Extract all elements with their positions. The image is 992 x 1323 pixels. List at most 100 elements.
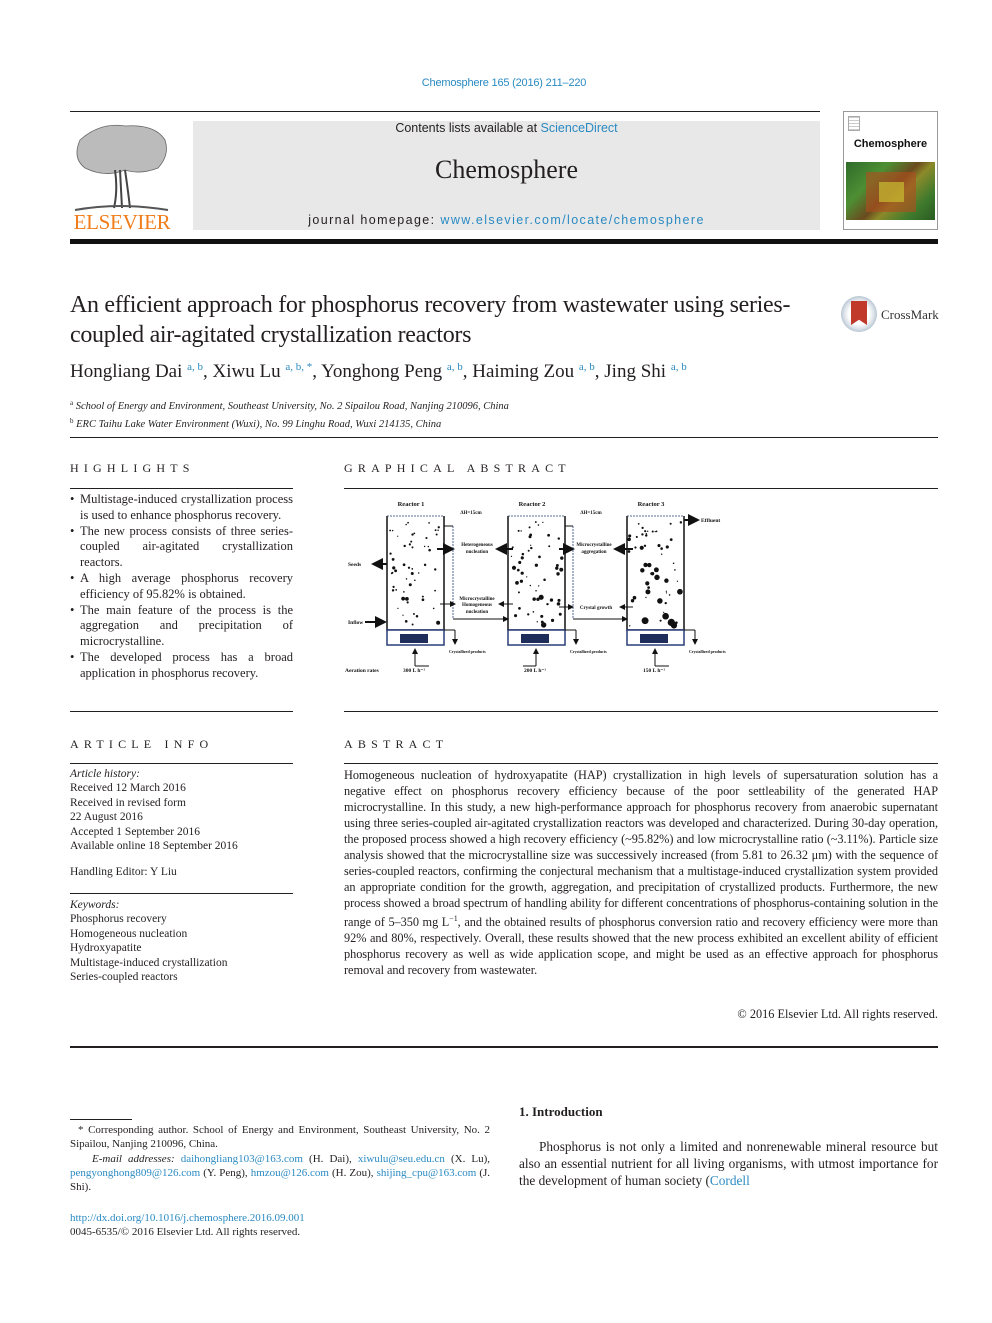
crystal-particle [664, 578, 669, 583]
inflow-label: Inflow [348, 620, 363, 626]
crystal-particle [392, 585, 395, 588]
crystal-particle [643, 544, 647, 547]
affiliation-text: ERC Taihu Lake Water Environment (Wuxi),… [76, 419, 442, 430]
crystal-particle [672, 562, 675, 565]
keyword-item[interactable]: Phosphorus recovery [70, 912, 293, 926]
affiliation-mark: b [70, 417, 74, 425]
keyword-item[interactable]: Series-coupled reactors [70, 970, 293, 984]
crystal-particle [659, 619, 662, 622]
author-affiliation-marks[interactable]: a, b, * [285, 361, 312, 373]
keyword-item[interactable]: Multistage-induced crystallization [70, 956, 293, 970]
highlight-item: • The main feature of the process is the … [70, 602, 293, 649]
keyword-item[interactable]: Hydroxyapatite [70, 941, 293, 955]
journal-homepage-line: journal homepage: www.elsevier.com/locat… [193, 213, 820, 227]
citation-link[interactable]: Cordell [710, 1173, 750, 1188]
affiliations: a School of Energy and Environment, Sout… [70, 396, 930, 432]
crystal-particle [665, 592, 668, 594]
crystal-particle [402, 563, 406, 567]
elsevier-wordmark: ELSEVIER [73, 210, 171, 234]
crystal-particle [542, 521, 544, 524]
journal-cover-thumbnail[interactable]: Chemosphere [843, 111, 938, 230]
crystal-particle [511, 565, 517, 570]
crystal-particle [411, 623, 414, 626]
author-name[interactable]: Hongliang Dai [70, 361, 182, 382]
crystal-particle [558, 612, 562, 616]
crystal-particle [526, 576, 528, 578]
crystal-particle [421, 598, 425, 602]
crystal-particle [520, 571, 524, 575]
crystal-particle [405, 523, 407, 526]
crystal-particle [528, 526, 531, 529]
author-affiliation-marks[interactable]: a, b [579, 361, 595, 373]
author-name[interactable]: Yonghong Peng [321, 361, 442, 382]
crossmark-label: CrossMark [881, 307, 939, 322]
crystal-particle [679, 521, 683, 524]
header-rule [70, 111, 820, 112]
crystal-particle [536, 621, 538, 623]
author-name[interactable]: Jing Shi [604, 361, 666, 382]
author-affiliation-marks[interactable]: a, b [447, 361, 463, 373]
header-thick-rule [70, 239, 938, 244]
reactor-3-label: Reactor 3 [638, 501, 666, 508]
crystal-particle [627, 550, 631, 553]
email-link[interactable]: hmzou@126.com [251, 1167, 329, 1179]
crystal-particle [534, 521, 537, 523]
highlight-item: • Multistage-induced crystallization proc… [70, 492, 293, 522]
graphical-abstract-figure[interactable]: Reactor 1 Reactor 2 Reactor 3 ΔH=15cm ΔH… [343, 494, 737, 676]
crystal-particle [669, 522, 672, 525]
effluent-label: Effluent [701, 518, 720, 524]
graphical-abstract-heading: GRAPHICAL ABSTRACT [344, 461, 571, 475]
sciencedirect-link[interactable]: ScienceDirect [541, 121, 618, 135]
crystal-particle [643, 562, 648, 568]
crystal-particle [411, 546, 414, 549]
author-list: Hongliang Dai a, b, Xiwu Lu a, b, *, Yon… [70, 361, 687, 382]
doi-link[interactable]: http://dx.doi.org/10.1016/j.chemosphere.… [70, 1212, 305, 1224]
affiliation-text: School of Energy and Environment, Southe… [75, 401, 509, 412]
author-name[interactable]: Xiwu Lu [213, 361, 281, 382]
crystal-particle [413, 532, 416, 535]
doi-block: http://dx.doi.org/10.1016/j.chemosphere.… [70, 1211, 490, 1240]
email-link[interactable]: xiwulu@seu.edu.cn [358, 1153, 445, 1165]
crystal-particle [637, 522, 640, 525]
author-affiliation-marks[interactable]: a, b [187, 361, 203, 373]
keyword-item[interactable]: Homogeneous nucleation [70, 927, 293, 941]
journal-homepage-link[interactable]: www.elsevier.com/locate/chemosphere [440, 213, 704, 227]
cover-leaves-image [846, 162, 935, 220]
crystal-particle [555, 566, 559, 570]
crystal-particle [549, 598, 554, 602]
reactor-2-label: Reactor 2 [519, 501, 546, 508]
cover-elsevier-icon [848, 116, 860, 131]
author-name[interactable]: Haiming Zou [472, 361, 574, 382]
aeration-rate-2: 200 L h⁻¹ [524, 668, 546, 674]
email-link[interactable]: pengyonghong809@126.com [70, 1167, 200, 1179]
crystal-particle [529, 584, 532, 587]
history-item: Accepted 1 September 2016 [70, 825, 200, 838]
crystal-particle [404, 620, 408, 623]
crystal-particle [423, 545, 426, 548]
crystal-particle [627, 537, 631, 542]
crystal-particle [402, 614, 404, 616]
crystal-particle [391, 557, 395, 561]
crystal-particle [662, 612, 669, 620]
highlights-list: • Multistage-induced crystallization proc… [70, 492, 293, 682]
email-link[interactable]: shijing_cpu@163.com [377, 1167, 477, 1179]
affiliation-item: b ERC Taihu Lake Water Environment (Wuxi… [70, 414, 930, 432]
journal-name: Chemosphere [435, 155, 578, 184]
journal-citation-link[interactable]: Chemosphere 165 (2016) 211–220 [0, 77, 992, 89]
crystal-particle [548, 545, 551, 548]
crystal-particle [432, 607, 435, 610]
author-affiliation-marks[interactable]: a, b [671, 361, 687, 373]
email-link[interactable]: daihongliang103@163.com [181, 1153, 303, 1165]
article-info-rule [70, 763, 293, 764]
crystal-particle [517, 591, 520, 594]
crossmark-button[interactable]: CrossMark [841, 296, 941, 336]
crystal-particle [407, 521, 409, 524]
crystal-particle [650, 571, 655, 576]
history-item: Available online 18 September 2016 [70, 840, 238, 853]
homepage-prefix: journal homepage: [308, 213, 441, 227]
crystal-particle [675, 621, 678, 625]
crystal-particle [421, 595, 424, 598]
section-rule [70, 437, 938, 438]
crystal-particle [530, 544, 532, 546]
crystal-particle [537, 585, 540, 587]
